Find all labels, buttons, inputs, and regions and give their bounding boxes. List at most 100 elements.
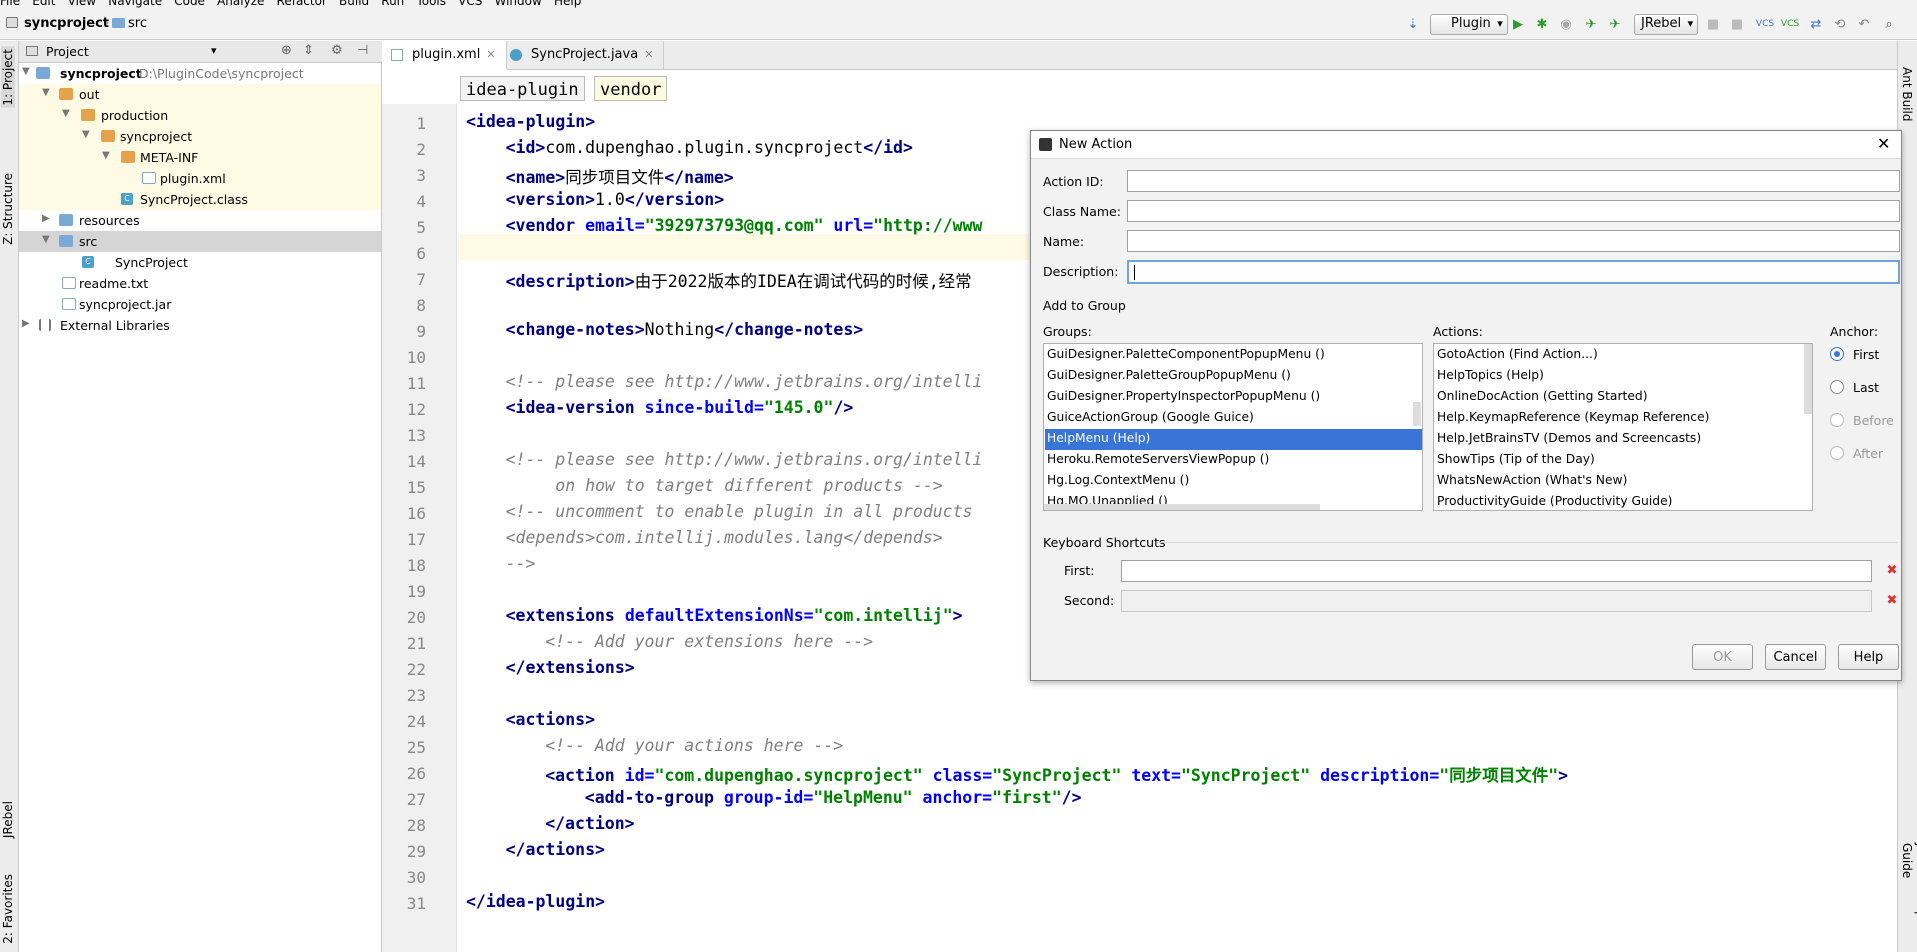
expand-arrow-icon[interactable]: ▶ — [22, 318, 30, 329]
xml-crumb-idea-plugin[interactable]: idea-plugin — [460, 76, 585, 101]
menu-edit[interactable]: Edit — [32, 0, 55, 8]
clear-second-shortcut-icon[interactable]: ✖ — [1885, 594, 1899, 608]
expand-arrow-icon[interactable]: ▼ — [62, 108, 70, 119]
jrebel-run-icon[interactable]: ✈ — [1582, 15, 1600, 33]
search-icon[interactable]: ⌕ — [1880, 15, 1898, 33]
menu-help[interactable]: Help — [554, 0, 581, 8]
tree-item-external-libraries[interactable]: ▶ External Libraries — [19, 315, 381, 336]
tab-project-tool[interactable]: 1: Project — [1, 47, 15, 108]
menu-build[interactable]: Build — [339, 0, 369, 8]
tree-item-meta-inf[interactable]: ▼ META-INF — [19, 147, 381, 168]
vcs-commit-icon[interactable]: VCS — [1781, 15, 1799, 33]
vcs-update-icon[interactable]: VCS — [1756, 15, 1774, 33]
stop-all-icon[interactable]: ■ — [1728, 15, 1746, 33]
action-item[interactable]: Help.JetBrainsTV (Demos and Screencasts) — [1437, 429, 1701, 450]
tree-item-readme[interactable]: readme.txt — [19, 273, 381, 294]
help-button[interactable]: Help — [1838, 644, 1899, 670]
action-item[interactable]: ProductivityGuide (Productivity Guide) — [1437, 492, 1672, 510]
breadcrumb-folder[interactable]: src — [128, 16, 147, 31]
ok-button[interactable]: OK — [1692, 644, 1753, 670]
jrebel-select[interactable]: JRebel — [1634, 14, 1699, 35]
tree-item-jar[interactable]: syncproject.jar — [19, 294, 381, 315]
group-item[interactable]: GuiDesigner.PropertyInspectorPopupMenu (… — [1047, 387, 1320, 408]
group-item-selected[interactable]: HelpMenu (Help) — [1045, 429, 1422, 450]
expand-arrow-icon[interactable]: ▼ — [42, 234, 50, 245]
tree-item-root[interactable]: ▼ syncproject D:\PluginCode\syncproject — [19, 63, 381, 84]
tab-plugin-xml[interactable]: plugin.xml ✕ — [382, 41, 507, 70]
action-item[interactable]: ShowTips (Tip of the Day) — [1437, 450, 1595, 471]
collapse-icon[interactable]: ⇕ — [303, 43, 314, 58]
expand-arrow-icon[interactable]: ▼ — [82, 129, 90, 140]
stop-icon[interactable]: ■ — [1704, 15, 1722, 33]
groups-list[interactable]: GuiDesigner.PaletteComponentPopupMenu ()… — [1043, 343, 1423, 511]
second-shortcut-input[interactable] — [1121, 590, 1872, 612]
group-item[interactable]: Hg.Log.ContextMenu () — [1047, 471, 1189, 492]
tree-item-out[interactable]: ▼ out — [19, 84, 381, 105]
menu-view[interactable]: View — [68, 0, 96, 8]
menu-run[interactable]: Run — [381, 0, 404, 8]
anchor-last-radio[interactable] — [1830, 380, 1844, 394]
menu-window[interactable]: Window — [495, 0, 542, 8]
action-item[interactable]: HelpTopics (Help) — [1437, 366, 1544, 387]
tree-item-syncproject-java[interactable]: C SyncProject — [19, 252, 381, 273]
description-input[interactable] — [1127, 260, 1900, 284]
tree-item-syncproject[interactable]: ▼ syncproject — [19, 126, 381, 147]
tab-jrebel-setup[interactable]: JRebel Setup Guide — [1900, 843, 1917, 952]
tab-structure-tool[interactable]: Z: Structure — [1, 173, 15, 245]
project-panel-title[interactable]: Project — [46, 44, 89, 59]
close-icon[interactable]: ✕ — [1877, 134, 1890, 153]
anchor-first-radio[interactable] — [1830, 347, 1844, 361]
cancel-button[interactable]: Cancel — [1765, 644, 1826, 670]
tree-item-production[interactable]: ▼ production — [19, 105, 381, 126]
gear-icon[interactable]: ⚙ — [331, 43, 343, 58]
expand-arrow-icon[interactable]: ▼ — [22, 66, 30, 77]
close-tab-icon[interactable]: ✕ — [644, 48, 653, 61]
tab-syncproject-java[interactable]: SyncProject.java ✕ — [501, 41, 665, 70]
action-id-input[interactable] — [1127, 170, 1900, 192]
actions-scrollbar[interactable] — [1804, 344, 1812, 414]
tab-favorites-tool[interactable]: 2: Favorites — [1, 874, 15, 944]
breadcrumb-project[interactable]: syncproject — [24, 16, 109, 31]
first-shortcut-input[interactable] — [1121, 560, 1872, 582]
action-item[interactable]: Help.KeymapReference (Keymap Reference) — [1437, 408, 1709, 429]
view-dropdown-icon[interactable]: ▾ — [211, 44, 217, 57]
close-tab-icon[interactable]: ✕ — [486, 48, 495, 61]
history-icon[interactable]: ⟲ — [1831, 15, 1849, 33]
action-item[interactable]: WhatsNewAction (What's New) — [1437, 471, 1627, 492]
tree-item-plugin-xml[interactable]: plugin.xml — [19, 168, 381, 189]
expand-arrow-icon[interactable]: ▶ — [42, 213, 50, 224]
revert-icon[interactable]: ↶ — [1855, 15, 1873, 33]
build-icon[interactable]: ⇣ — [1404, 15, 1422, 33]
clear-first-shortcut-icon[interactable]: ✖ — [1885, 564, 1899, 578]
run-config-select[interactable]: Plugin — [1430, 14, 1508, 35]
groups-hscrollbar[interactable] — [1044, 504, 1320, 510]
menu-refactor[interactable]: Refactor — [277, 0, 327, 8]
tab-jrebel-tool[interactable]: JRebel — [1, 801, 15, 838]
group-item[interactable]: GuiDesigner.PaletteComponentPopupMenu () — [1047, 345, 1325, 366]
name-input[interactable] — [1127, 230, 1900, 252]
actions-list[interactable]: GotoAction (Find Action...) HelpTopics (… — [1433, 343, 1813, 511]
jrebel-debug-icon[interactable]: ✈ — [1606, 15, 1624, 33]
action-item[interactable]: OnlineDocAction (Getting Started) — [1437, 387, 1648, 408]
debug-icon[interactable]: ✱ — [1533, 15, 1551, 33]
anchor-before-radio[interactable] — [1830, 413, 1844, 427]
menu-navigate[interactable]: Navigate — [108, 0, 162, 8]
menu-file[interactable]: File — [0, 0, 20, 8]
menu-tools[interactable]: Tools — [416, 0, 446, 8]
xml-crumb-vendor[interactable]: vendor — [594, 76, 668, 101]
hide-icon[interactable]: ⊣ — [357, 43, 368, 58]
vcs-compare-icon[interactable]: ⇄ — [1807, 15, 1825, 33]
group-item[interactable]: GuiDesigner.PaletteGroupPopupMenu () — [1047, 366, 1291, 387]
class-name-input[interactable] — [1127, 200, 1900, 222]
menu-code[interactable]: Code — [174, 0, 205, 8]
tab-ant-build[interactable]: Ant Build — [1900, 67, 1914, 121]
expand-arrow-icon[interactable]: ▼ — [102, 150, 110, 161]
expand-arrow-icon[interactable]: ▼ — [42, 87, 50, 98]
coverage-icon[interactable]: ◉ — [1557, 15, 1575, 33]
group-item[interactable]: GuiceActionGroup (Google Guice) — [1047, 408, 1254, 429]
sync-icon[interactable]: ⊕ — [281, 43, 292, 58]
menu-vcs[interactable]: VCS — [458, 0, 482, 8]
tree-item-src[interactable]: ▼ src — [19, 231, 381, 252]
action-item[interactable]: GotoAction (Find Action...) — [1437, 345, 1598, 366]
groups-scrollbar[interactable] — [1413, 402, 1421, 426]
